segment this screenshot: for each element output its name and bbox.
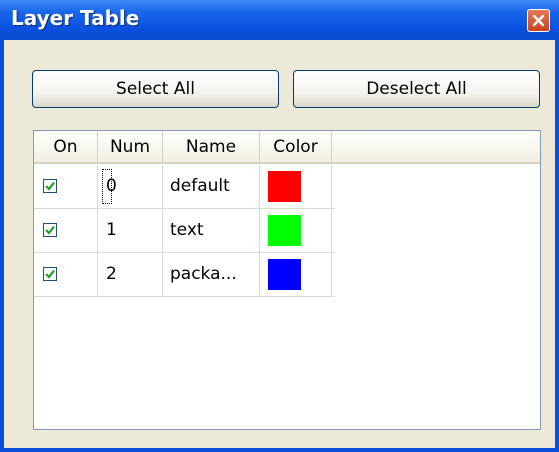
check-icon [45, 269, 55, 279]
color-swatch[interactable] [268, 215, 301, 246]
column-header-filler [332, 131, 540, 164]
window-title: Layer Table [11, 6, 140, 30]
layer-table[interactable]: On Num Name Color 0 default 1 text 2 pac… [33, 130, 541, 430]
close-icon [532, 14, 545, 27]
on-cell [34, 165, 112, 208]
layer-on-checkbox[interactable] [43, 179, 57, 193]
name-cell[interactable]: text [163, 209, 260, 252]
on-cell [34, 209, 98, 252]
column-header-num[interactable]: Num [98, 131, 163, 164]
layer-on-checkbox[interactable] [43, 267, 57, 281]
color-cell[interactable] [260, 209, 332, 252]
column-header-on[interactable]: On [34, 131, 98, 164]
num-cell: 2 [98, 253, 163, 296]
column-header-name[interactable]: Name [163, 131, 260, 164]
num-cell: 0 [98, 165, 163, 208]
layer-table-window: Layer Table Select All Deselect All On N… [0, 0, 559, 452]
color-cell[interactable] [260, 253, 332, 296]
title-bar[interactable]: Layer Table [0, 0, 559, 40]
deselect-all-button[interactable]: Deselect All [293, 70, 540, 108]
table-row[interactable]: 0 default [34, 165, 335, 209]
layer-on-checkbox[interactable] [43, 223, 57, 237]
color-cell[interactable] [260, 165, 332, 208]
table-row[interactable]: 1 text [34, 209, 335, 253]
check-icon [45, 225, 55, 235]
name-cell[interactable]: packa... [163, 253, 260, 296]
color-swatch[interactable] [268, 259, 301, 290]
name-cell[interactable]: default [163, 165, 260, 208]
column-header-color[interactable]: Color [260, 131, 332, 164]
window-client-area: Select All Deselect All On Num Name Colo… [4, 40, 555, 448]
on-cell [34, 253, 98, 296]
check-icon [45, 181, 55, 191]
select-all-button[interactable]: Select All [32, 70, 279, 108]
table-header: On Num Name Color [34, 131, 540, 165]
num-cell: 1 [98, 209, 163, 252]
color-swatch[interactable] [268, 171, 301, 202]
close-button[interactable] [527, 9, 550, 32]
table-row[interactable]: 2 packa... [34, 253, 335, 297]
